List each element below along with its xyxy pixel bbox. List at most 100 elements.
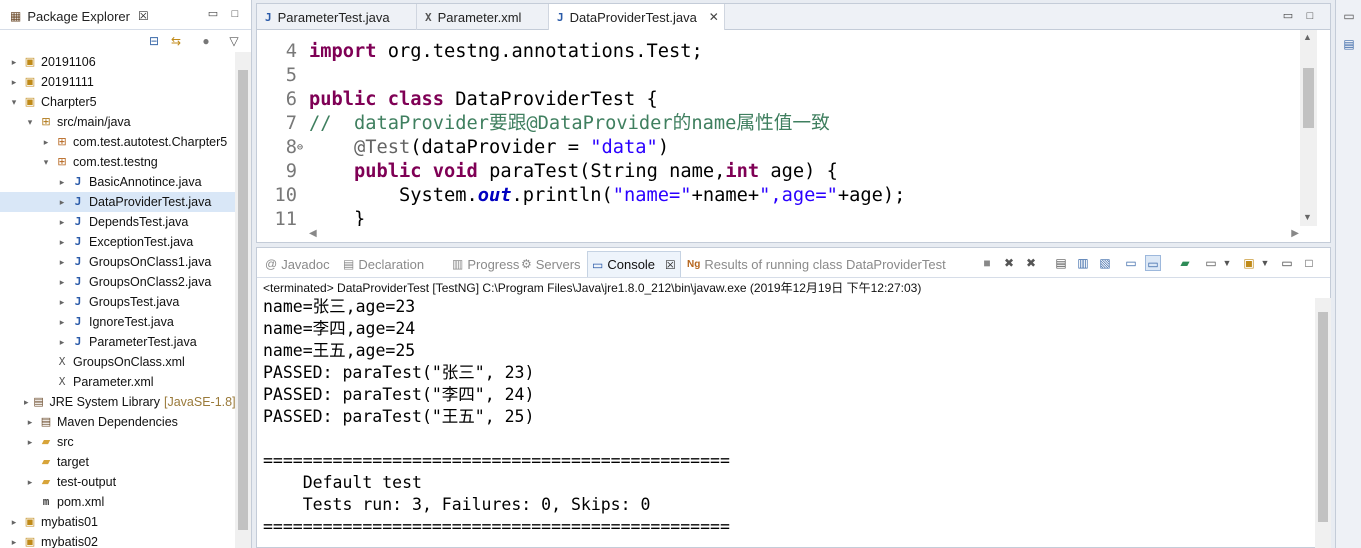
chevron-right-icon[interactable]: ▸ [56, 317, 68, 328]
maximize-icon[interactable]: □ [1301, 255, 1317, 271]
tree-scrollbar-thumb[interactable] [238, 70, 248, 530]
chevron-right-icon[interactable]: ▸ [24, 417, 36, 428]
tree-item[interactable]: ▸ ▤ Maven Dependencies [0, 412, 235, 432]
tree-item[interactable]: ▾ ⊞ com.test.testng [0, 152, 235, 172]
chevron-right-icon[interactable]: ▸ [56, 257, 68, 268]
chevron-down-icon[interactable]: ▼ [1257, 255, 1273, 271]
console-output[interactable]: name=张三,age=23 name=李四,age=24 name=王五,age=… [263, 296, 1318, 538]
open-console-icon[interactable]: ▣ [1241, 255, 1257, 271]
code-line[interactable]: 5 [257, 64, 1299, 88]
display-selected-console-icon[interactable]: ▭ [1203, 255, 1219, 271]
code-line[interactable]: 10 System.out.println("name="+name+",age… [257, 184, 1299, 208]
chevron-down-icon[interactable]: ▾ [40, 157, 52, 168]
editor-vertical-scrollbar[interactable]: ▲ ▼ [1300, 30, 1317, 226]
word-wrap-icon[interactable]: ▧ [1097, 255, 1113, 271]
tree-item[interactable]: ▸ J DependsTest.java [0, 212, 235, 232]
tree-item[interactable]: ▸ J IgnoreTest.java [0, 312, 235, 332]
tree-item[interactable]: ▸ ⊞ com.test.autotest.Charpter5 [0, 132, 235, 152]
pin-console-icon[interactable]: ▰ [1177, 255, 1193, 271]
code-line[interactable]: 6 public class DataProviderTest { [257, 88, 1299, 112]
tree-item[interactable]: ▾ ▣ Charpter5 [0, 92, 235, 112]
chevron-right-icon[interactable]: ▸ [56, 297, 68, 308]
scroll-up-icon[interactable]: ▲ [1303, 32, 1312, 42]
tree-item[interactable]: ▸ J BasicAnnotince.java [0, 172, 235, 192]
chevron-right-icon[interactable]: ▸ [24, 397, 29, 408]
chevron-right-icon[interactable]: ▸ [8, 537, 20, 548]
chevron-right-icon[interactable]: ▸ [24, 437, 36, 448]
editor-horizontal-scrollbar[interactable]: ◀ ▶ [309, 226, 1299, 242]
tree-item[interactable]: ▸ J DataProviderTest.java [0, 192, 235, 212]
code-line[interactable]: 7 // dataProvider要跟@DataProvider的name属性值一… [257, 112, 1299, 136]
code-line[interactable]: 9 public void paraTest(String name,int a… [257, 160, 1299, 184]
chevron-right-icon[interactable]: ▸ [56, 337, 68, 348]
code-line[interactable]: 4 import org.testng.annotations.Test; [257, 40, 1299, 64]
code-line[interactable]: 11 } [257, 208, 1299, 226]
outline-view-icon[interactable]: ▤ [1341, 36, 1357, 52]
tree-item[interactable]: ▸ ▣ mybatis02 [0, 532, 235, 548]
tab-testng-results[interactable]: Ng Results of running class DataProviderT… [683, 251, 950, 277]
chevron-down-icon[interactable]: ▾ [8, 97, 20, 108]
minimize-icon[interactable]: ▭ [1281, 10, 1295, 22]
tree-item[interactable]: ▸ J ParameterTest.java [0, 332, 235, 352]
show-on-output-icon[interactable]: ▭ [1123, 255, 1139, 271]
tab-progress[interactable]: ▥ Progress [448, 251, 523, 277]
editor-tab[interactable]: J ParameterTest.java [257, 4, 417, 30]
tree-item[interactable]: ▸ J GroupsOnClass2.java [0, 272, 235, 292]
code-line[interactable]: 8 ⊖ @Test(dataProvider = "data") [257, 136, 1299, 160]
tree-item[interactable]: ▸ J GroupsOnClass1.java [0, 252, 235, 272]
clear-console-icon[interactable]: ▤ [1053, 255, 1069, 271]
tree-item[interactable]: ▰ target [0, 452, 235, 472]
tab-console[interactable]: ▭ Console ☒ [587, 251, 681, 277]
chevron-right-icon[interactable]: ▸ [40, 137, 52, 148]
tree-item[interactable]: ▸ J GroupsTest.java [0, 292, 235, 312]
chevron-right-icon[interactable]: ▸ [56, 237, 68, 248]
tree-item[interactable]: ▾ ⊞ src/main/java [0, 112, 235, 132]
view-menu-icon[interactable]: ▽ [226, 33, 242, 49]
tree-item[interactable]: ▸ ▣ 20191106 [0, 52, 235, 72]
tree-item[interactable]: ▸ ▣ mybatis01 [0, 512, 235, 532]
chevron-down-icon[interactable]: ▼ [1219, 255, 1235, 271]
chevron-right-icon[interactable]: ▸ [56, 197, 68, 208]
code-area[interactable]: 4 import org.testng.annotations.Test; 5 6 pu… [257, 30, 1299, 226]
remove-all-terminated-icon[interactable]: ✖ [1023, 255, 1039, 271]
maximize-icon[interactable]: □ [228, 8, 242, 20]
close-icon[interactable]: ☒ [665, 258, 676, 272]
close-icon[interactable]: ☒ [138, 9, 149, 23]
chevron-right-icon[interactable]: ▸ [8, 77, 20, 88]
tree-item[interactable]: X Parameter.xml [0, 372, 235, 392]
chevron-right-icon[interactable]: ▸ [56, 277, 68, 288]
scroll-right-icon[interactable]: ▶ [1291, 228, 1299, 239]
editor-scrollbar-thumb[interactable] [1303, 68, 1314, 128]
show-on-error-icon[interactable]: ▭ [1145, 255, 1161, 271]
close-icon[interactable]: ✕ [709, 10, 719, 24]
scroll-down-icon[interactable]: ▼ [1303, 212, 1312, 222]
chevron-right-icon[interactable]: ▸ [56, 217, 68, 228]
console-scrollbar-thumb[interactable] [1318, 312, 1328, 522]
scroll-lock-icon[interactable]: ▥ [1075, 255, 1091, 271]
remove-launch-icon[interactable]: ✖ [1001, 255, 1017, 271]
tree-item[interactable]: m pom.xml [0, 492, 235, 512]
chevron-right-icon[interactable]: ▸ [56, 177, 68, 188]
focus-task-icon[interactable]: ● [198, 33, 214, 49]
chevron-down-icon[interactable]: ▾ [24, 117, 36, 128]
tree-item[interactable]: ▸ ▣ 20191111 [0, 72, 235, 92]
chevron-right-icon[interactable]: ▸ [24, 477, 36, 488]
editor-tab[interactable]: J DataProviderTest.java ✕ [549, 4, 725, 30]
minimize-icon[interactable]: ▭ [1279, 255, 1295, 271]
scroll-left-icon[interactable]: ◀ [309, 228, 317, 239]
collapse-all-icon[interactable]: ⊟ [146, 33, 162, 49]
tree-item[interactable]: X GroupsOnClass.xml [0, 352, 235, 372]
link-with-editor-icon[interactable]: ⇆ [168, 33, 184, 49]
maximize-icon[interactable]: □ [1303, 10, 1317, 22]
chevron-right-icon[interactable]: ▸ [8, 57, 20, 68]
terminate-icon[interactable]: ■ [979, 255, 995, 271]
restore-icon[interactable]: ▭ [1341, 8, 1357, 24]
minimize-icon[interactable]: ▭ [206, 8, 220, 20]
fold-toggle-icon[interactable]: ⊖ [297, 136, 303, 160]
tree-item[interactable]: ▸ ▰ src [0, 432, 235, 452]
editor-tab[interactable]: X Parameter.xml [417, 4, 549, 30]
tab-javadoc[interactable]: @ Javadoc [261, 251, 334, 277]
tree-item[interactable]: ▸ J ExceptionTest.java [0, 232, 235, 252]
console-vertical-scrollbar[interactable] [1315, 298, 1331, 548]
tab-servers[interactable]: ⚙ Servers [517, 251, 585, 277]
